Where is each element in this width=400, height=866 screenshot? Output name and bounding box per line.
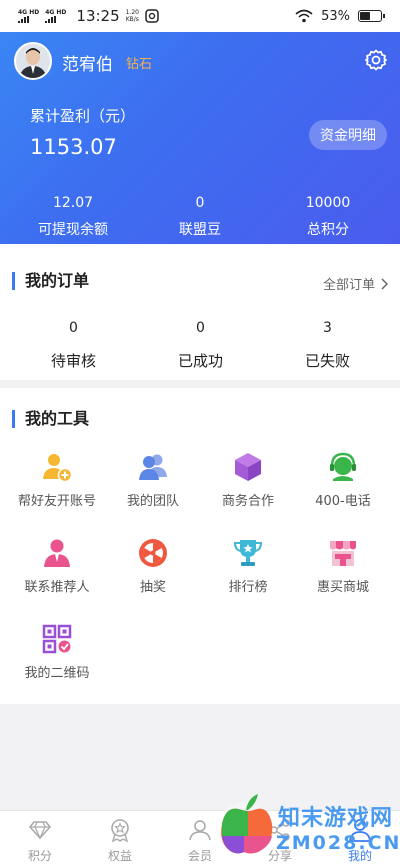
tool-my-team[interactable]: 我的团队: [103, 450, 203, 509]
order-count: 3: [323, 320, 332, 336]
tool-label: 400-电话: [315, 494, 371, 509]
orders-card: 我的订单 全部订单 0 待审核 0 已成功 3 已失败: [0, 244, 400, 380]
tool-label: 商务合作: [221, 494, 274, 509]
tools-title: 我的工具: [12, 410, 89, 428]
prize-wheel-icon: [136, 536, 170, 570]
chevron-right-icon: [381, 277, 388, 290]
tool-my-qr-code[interactable]: 我的二维码: [7, 622, 107, 681]
wifi-icon: [295, 9, 313, 23]
tool-label: 排行榜: [228, 580, 268, 595]
network-label: 4G HD: [18, 9, 40, 16]
cumulative-profit-label: 累计盈利（元）: [30, 107, 136, 125]
tab-label: 权益: [107, 849, 132, 863]
tab-label: 积分: [27, 849, 52, 863]
tool-hotline[interactable]: 400-电话: [293, 450, 393, 509]
tool-label: 惠买商城: [316, 580, 369, 595]
battery-icon: [358, 10, 385, 22]
tool-lottery[interactable]: 抽奖: [103, 536, 203, 595]
tab-points[interactable]: 积分: [0, 817, 80, 864]
settings-gear-icon[interactable]: [364, 48, 388, 72]
stat-label: 联盟豆: [179, 222, 221, 238]
tool-open-account-for-friend[interactable]: 帮好友开账号: [7, 450, 107, 509]
watermark-title: 知末游戏网: [278, 806, 394, 831]
stat-label: 可提现余额: [38, 222, 108, 238]
network-label-2: 4G HD: [45, 9, 67, 16]
stat-alliance-beans[interactable]: 0 联盟豆: [140, 195, 260, 239]
stat-value: 0: [195, 195, 205, 211]
shop-icon: [326, 536, 360, 570]
watermark-url: ZM028.CN: [276, 832, 400, 854]
tool-leaderboard[interactable]: 排行榜: [198, 536, 298, 595]
username: 范宥伯: [62, 55, 113, 75]
fund-details-button[interactable]: 资金明细: [309, 120, 387, 150]
network-speed: 1.20 KB/s: [125, 9, 139, 23]
person-icon: [40, 536, 74, 570]
tool-label: 抽奖: [139, 580, 166, 595]
order-status-label: 已失败: [304, 352, 350, 370]
screenshot-notification-icon: [145, 9, 159, 23]
headset-icon: [326, 450, 360, 484]
tab-rights[interactable]: 权益: [80, 817, 160, 864]
stat-withdrawable-balance[interactable]: 12.07 可提现余额: [13, 195, 133, 239]
diamond-icon: [27, 817, 53, 843]
battery-percent: 53%: [321, 8, 350, 24]
cube-icon: [231, 450, 265, 484]
tools-card: 我的工具 帮好友开账号 我的团队 商务合作 400-电话 联系推荐人 抽奖 排行…: [0, 388, 400, 704]
tool-mall[interactable]: 惠买商城: [293, 536, 393, 595]
tool-label: 联系推荐人: [24, 580, 90, 595]
clock: 13:25: [76, 7, 120, 25]
order-status-label: 待审核: [50, 352, 96, 370]
stat-value: 12.07: [52, 195, 94, 211]
team-icon: [136, 450, 170, 484]
member-level: 钻石: [126, 57, 153, 72]
tool-contact-referrer[interactable]: 联系推荐人: [7, 536, 107, 595]
tool-label: 帮好友开账号: [17, 494, 96, 509]
orders-title: 我的订单: [12, 272, 89, 290]
order-status-label: 已成功: [177, 352, 223, 370]
badge-icon: [107, 817, 133, 843]
order-count: 0: [69, 320, 78, 336]
order-status-success[interactable]: 0 已成功: [134, 320, 267, 371]
order-status-pending[interactable]: 0 待审核: [7, 320, 140, 371]
status-bar: 4G HD 4G HD 13:25 1.20 KB/s 53%: [0, 0, 400, 32]
order-status-failed[interactable]: 3 已失败: [261, 320, 394, 371]
add-user-icon: [40, 450, 74, 484]
order-count: 0: [196, 320, 205, 336]
trophy-icon: [231, 536, 265, 570]
tool-business-cooperation[interactable]: 商务合作: [198, 450, 298, 509]
tool-label: 我的二维码: [24, 666, 90, 681]
stat-total-points[interactable]: 10000 总积分: [268, 195, 388, 239]
all-orders-link[interactable]: 全部订单: [323, 274, 388, 293]
profile-header: 范宥伯 钻石 累计盈利（元） 1153.07 资金明细 12.07 可提现余额 …: [0, 32, 400, 244]
all-orders-label: 全部订单: [322, 278, 375, 293]
tool-label: 我的团队: [126, 494, 179, 509]
avatar[interactable]: [14, 42, 52, 80]
cumulative-profit-value: 1153.07: [30, 135, 117, 159]
stat-value: 10000: [305, 195, 351, 211]
signal-icon: 4G HD: [18, 9, 39, 23]
qr-code-icon: [40, 622, 74, 656]
signal-icon-2: 4G HD: [45, 9, 66, 23]
stat-label: 总积分: [307, 222, 349, 238]
